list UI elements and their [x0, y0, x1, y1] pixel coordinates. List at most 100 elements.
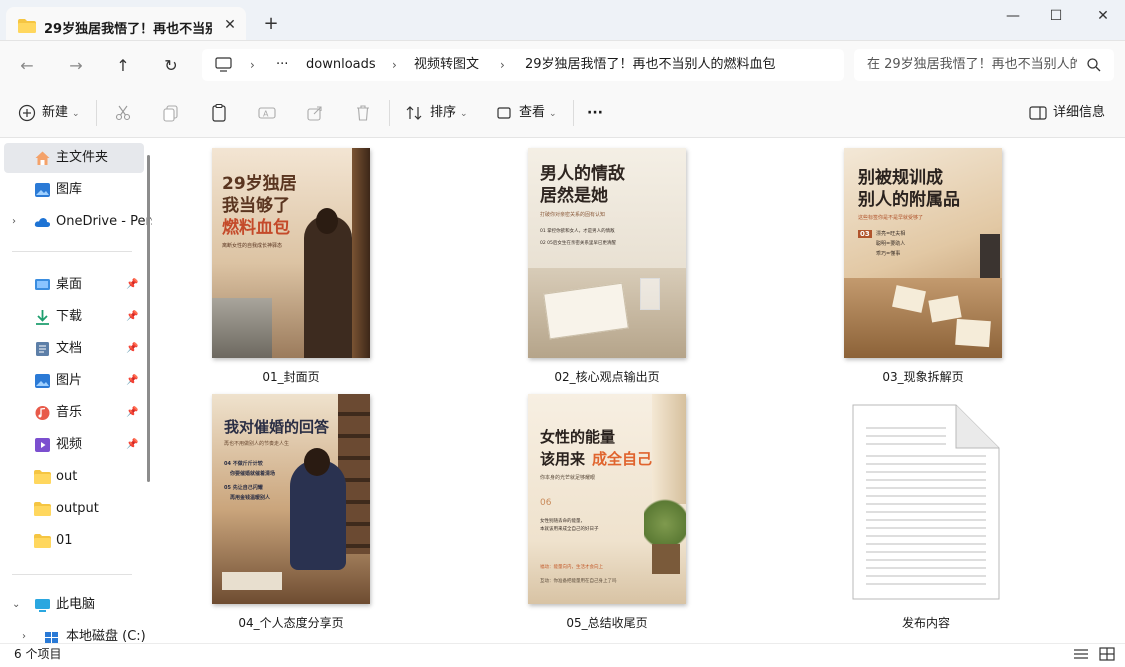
pin-icon[interactable]: 📌: [126, 343, 138, 355]
sidebar-item-this-pc[interactable]: ⌄ 此电脑: [4, 590, 144, 620]
poster-line: 别被规训成: [858, 168, 943, 188]
head-shape: [316, 208, 338, 234]
sort-button[interactable]: 排序 ⌄: [430, 100, 468, 126]
sidebar-item-downloads[interactable]: 下载 📌: [4, 302, 144, 332]
file-name: 02_核心观点输出页: [554, 370, 660, 384]
poster-point: 女性别随丢命的能量，: [540, 519, 585, 524]
note-shape: [955, 318, 991, 348]
pin-icon[interactable]: 📌: [126, 279, 138, 291]
folder-icon: [18, 19, 36, 33]
document-icon: [36, 342, 49, 356]
refresh-button[interactable]: ↻: [158, 53, 184, 79]
sidebar-item-local-disk[interactable]: › 本地磁盘 (C:): [14, 622, 152, 643]
copy-icon[interactable]: [161, 103, 181, 123]
poster-point: 04 不做斤斤计较: [224, 461, 263, 467]
details-button[interactable]: 详细信息: [1053, 100, 1105, 126]
video-icon: [35, 438, 50, 452]
poster-point: 互动：你准备把能量用在自己身上了吗: [540, 579, 617, 584]
plus-circle-icon: [18, 104, 36, 122]
sidebar-item-out[interactable]: out: [4, 462, 144, 492]
file-name: 05_总结收尾页: [566, 616, 648, 630]
breadcrumb-downloads[interactable]: downloads: [306, 49, 376, 81]
file-name: 发布内容: [901, 616, 950, 630]
cut-icon[interactable]: [113, 103, 133, 123]
poster-line: 29岁独居: [222, 174, 297, 194]
sidebar-item-desktop[interactable]: 桌面 📌: [4, 270, 144, 300]
rename-icon[interactable]: A: [257, 103, 277, 123]
sidebar-label: 图库: [56, 182, 83, 197]
file-item[interactable]: 男人的情敌 居然是她 打破你对亲密关系的固有认知 01 掌控你欲和女人，才是男人…: [528, 148, 688, 388]
divider: [12, 251, 132, 252]
folder-icon: [34, 502, 51, 516]
breadcrumb-video-to-text[interactable]: 视频转图文: [414, 49, 479, 81]
tab-close-icon[interactable]: ✕: [220, 15, 240, 35]
file-name: 04_个人态度分享页: [238, 616, 344, 630]
forward-button[interactable]: →: [63, 53, 89, 79]
chevron-right-icon: ›: [250, 58, 255, 72]
pin-icon[interactable]: 📌: [126, 311, 138, 323]
sort-icon: [406, 106, 422, 120]
more-button[interactable]: ···: [587, 100, 603, 126]
new-tab-button[interactable]: +: [260, 13, 282, 35]
sidebar-item-onedrive[interactable]: › OneDrive - Personal: [4, 207, 152, 237]
search-input[interactable]: 在 29岁独居我悟了！再也不当别人的燃料血包 中搜索: [854, 49, 1114, 81]
paste-icon[interactable]: [209, 103, 229, 123]
pin-icon[interactable]: 📌: [126, 407, 138, 419]
share-icon[interactable]: [305, 103, 325, 123]
pot-shape: [652, 544, 680, 574]
file-item[interactable]: 发布内容: [844, 394, 1004, 634]
file-name: 01_封面页: [262, 370, 320, 384]
glass-shape: [640, 278, 660, 310]
view-button[interactable]: 查看 ⌄: [519, 100, 557, 126]
file-thumbnail: 男人的情敌 居然是她 打破你对亲密关系的固有认知 01 掌控你欲和女人，才是男人…: [528, 148, 686, 358]
sidebar-item-videos[interactable]: 视频 📌: [4, 430, 144, 460]
file-item[interactable]: 别被规训成 别人的附属品 这些标签你是不是早就受够了 03 漂亮=旺夫相 聪明=…: [844, 148, 1004, 388]
maximize-button[interactable]: ☐: [1033, 0, 1079, 32]
poster-point: 乖巧=懂事: [876, 251, 901, 257]
folder-icon: [34, 534, 51, 548]
cloud-icon: [34, 218, 51, 227]
sidebar-item-pictures[interactable]: 图片 📌: [4, 366, 144, 396]
plant-shape: [644, 488, 686, 548]
divider: [573, 100, 574, 126]
sidebar-item-gallery[interactable]: 图库: [4, 175, 144, 205]
chevron-right-icon: ›: [392, 58, 397, 72]
details-view-icon[interactable]: [1072, 646, 1090, 662]
minimize-button[interactable]: —: [990, 0, 1036, 32]
view-icon: [497, 107, 511, 119]
head-shape: [304, 448, 330, 476]
file-item[interactable]: 女性的能量 该用来 成全自己 你本身的光芒就足够耀眼 06 女性别随丢命的能量，…: [528, 394, 688, 634]
poster-point: 再用金钱温暖别人: [230, 495, 271, 501]
sidebar-item-output[interactable]: output: [4, 494, 144, 524]
sidebar-item-home[interactable]: 主文件夹: [4, 143, 144, 173]
delete-icon[interactable]: [353, 103, 373, 123]
svg-text:A: A: [263, 110, 269, 119]
up-button[interactable]: ↑: [110, 53, 136, 79]
divider: [96, 100, 97, 126]
sidebar-item-documents[interactable]: 文档 📌: [4, 334, 144, 364]
address-bar[interactable]: › ··· downloads › 视频转图文 › 29岁独居我悟了！再也不当别…: [202, 49, 844, 81]
sidebar-scrollbar[interactable]: [147, 155, 150, 482]
file-view: 29岁独居 我当够了 燃料血包 离断女性的自我成长神驿态 01_封面页 男人的情…: [152, 138, 1125, 643]
search-placeholder: 在 29岁独居我悟了！再也不当别人的燃料血包 中搜索: [867, 57, 1077, 72]
search-icon: [1087, 58, 1101, 72]
poster-point: 05 先让自己闪耀: [224, 485, 263, 491]
file-item[interactable]: 29岁独居 我当够了 燃料血包 离断女性的自我成长神驿态 01_封面页: [212, 148, 372, 388]
sidebar-label: 文档: [56, 341, 83, 356]
sidebar-item-music[interactable]: 音乐 📌: [4, 398, 144, 428]
breadcrumb-more[interactable]: ···: [276, 49, 288, 81]
breadcrumb-current[interactable]: 29岁独居我悟了！再也不当别人的燃料血包: [525, 49, 776, 81]
new-button[interactable]: 新建 ⌄: [42, 100, 80, 126]
close-button[interactable]: ✕: [1080, 0, 1125, 32]
curtain-shape: [352, 148, 370, 358]
woman-silhouette: [304, 216, 352, 358]
navigation-pane: 主文件夹 图库 › OneDrive - Personal 桌面 📌 下载 📌 …: [0, 138, 152, 643]
poster-sub: 你本身的光芒就足够耀眼: [540, 475, 596, 481]
tiles-view-icon[interactable]: [1098, 646, 1116, 662]
file-item[interactable]: 我对催婚的回答 再也不用做别人的节奏走人生 04 不做斤斤计较 你要催婚就催着清…: [212, 394, 372, 634]
back-button[interactable]: ←: [14, 53, 40, 79]
pin-icon[interactable]: 📌: [126, 439, 138, 451]
status-bar: 6 个项目: [0, 643, 1125, 667]
pin-icon[interactable]: 📌: [126, 375, 138, 387]
sidebar-item-01[interactable]: 01: [4, 526, 144, 556]
